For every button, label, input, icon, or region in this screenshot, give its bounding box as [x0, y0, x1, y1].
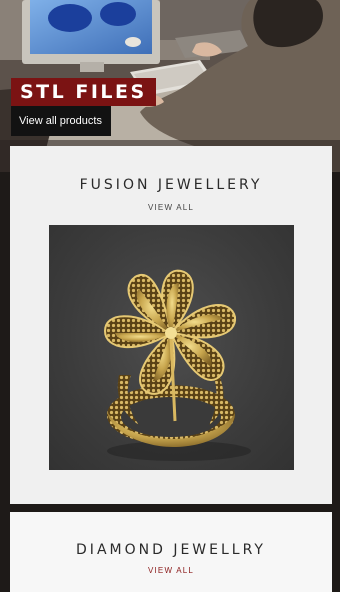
- gold-ring-icon: [103, 269, 251, 461]
- view-all-link[interactable]: VIEW ALL: [10, 566, 332, 575]
- hero-category-tag[interactable]: STL FILES: [11, 78, 156, 106]
- view-all-link[interactable]: VIEW ALL: [10, 203, 332, 212]
- category-title[interactable]: DIAMOND JEWELLRY: [10, 542, 332, 558]
- category-title[interactable]: FUSION JEWELLERY: [10, 177, 332, 193]
- product-image-ring[interactable]: [49, 225, 294, 470]
- category-card-fusion-jewellery[interactable]: FUSION JEWELLERY VIEW ALL: [10, 146, 332, 504]
- view-all-products-button[interactable]: View all products: [11, 106, 111, 136]
- category-card-diamond-jewellry[interactable]: DIAMOND JEWELLRY VIEW ALL: [10, 512, 332, 592]
